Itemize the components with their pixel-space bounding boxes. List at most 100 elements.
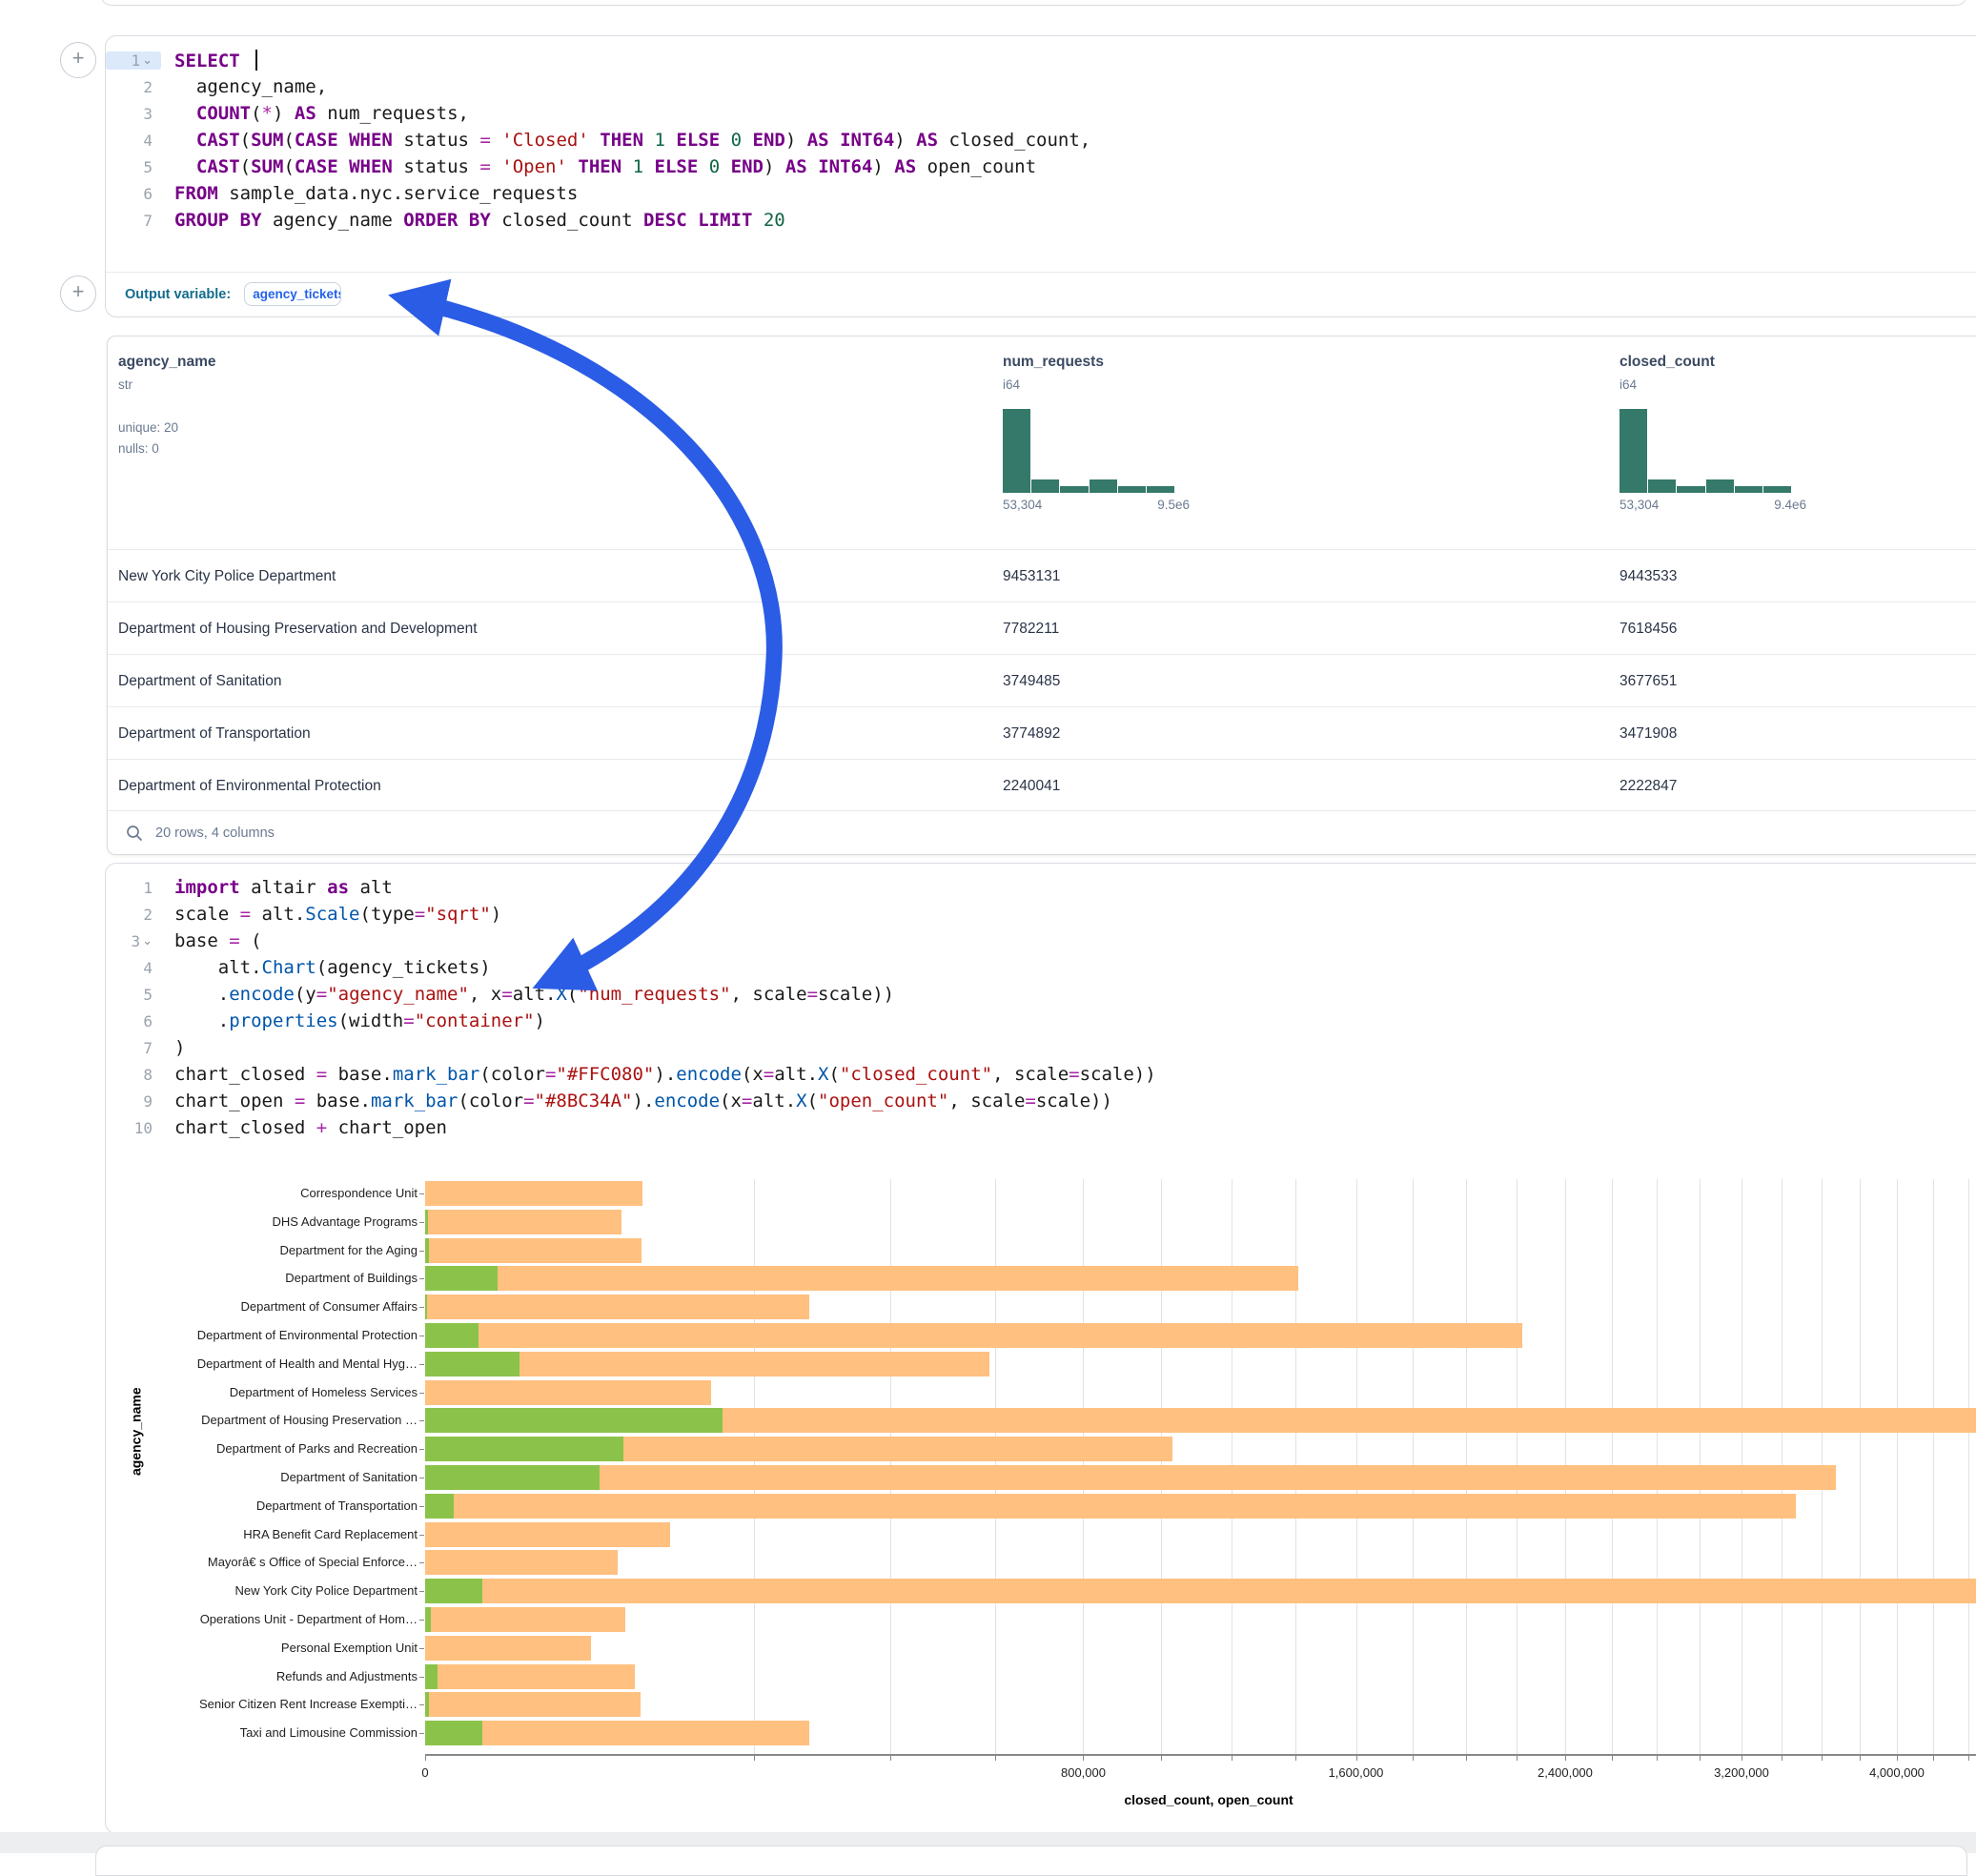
table-cell: Department of Environmental Protection <box>118 778 381 795</box>
code-line: 9chart_open = base.mark_bar(color="#8BC3… <box>106 1088 1976 1114</box>
result-table-panel: agency_namestrunique: 20nulls: 0num_requ… <box>107 336 1976 855</box>
table-cell: 2240041 <box>1003 778 1060 795</box>
line-number-gutter[interactable]: 9 <box>106 1092 161 1111</box>
fold-chevron-icon[interactable]: ⌄ <box>142 936 153 946</box>
line-number-gutter[interactable]: 3⌄ <box>106 932 161 950</box>
line-number-gutter[interactable]: 4 <box>106 959 161 977</box>
table-row-count: 20 rows, 4 columns <box>155 826 275 841</box>
table-cell: 3471908 <box>1620 725 1677 743</box>
column-histogram <box>1620 407 1791 493</box>
column-name: closed_count <box>1620 354 1806 371</box>
table-row[interactable]: Department of Transportation 3774892 34719… <box>108 706 1976 760</box>
code-text: FROM sample_data.nyc.service_requests <box>161 183 578 204</box>
sql-cell: 1⌄SELECT 2 agency_name, 3 COUNT(*) AS num… <box>105 35 1976 317</box>
code-line: 10chart_closed + chart_open <box>106 1114 1976 1141</box>
table-cell: Department of Sanitation <box>118 673 281 690</box>
line-number-gutter[interactable]: 5 <box>106 986 161 1004</box>
code-text: CAST(SUM(CASE WHEN status = 'Closed' THE… <box>161 130 1090 151</box>
histogram-range: 53,3049.4e6 <box>1620 498 1806 512</box>
table-cell: 3677651 <box>1620 673 1677 690</box>
sql-code-editor[interactable]: 1⌄SELECT 2 agency_name, 3 COUNT(*) AS num… <box>106 47 1976 234</box>
table-cell: Department of Transportation <box>118 725 311 743</box>
code-line: 5 .encode(y="agency_name", x=alt.X("num_… <box>106 981 1976 1008</box>
line-number-gutter[interactable]: 2 <box>106 78 161 96</box>
python-code-editor[interactable]: 1import altair as alt2scale = alt.Scale(… <box>106 874 1976 1141</box>
line-number-gutter[interactable]: 7 <box>106 1039 161 1057</box>
table-header: agency_namestrunique: 20nulls: 0num_requ… <box>108 336 1976 549</box>
output-variable-label: Output variable: <box>125 287 231 302</box>
table-row[interactable]: New York City Police Department 9453131 94… <box>108 549 1976 602</box>
code-text: chart_closed + chart_open <box>161 1117 447 1138</box>
code-text: CAST(SUM(CASE WHEN status = 'Open' THEN … <box>161 156 1036 177</box>
output-variable-pill[interactable]: agency_tickets <box>244 282 341 306</box>
code-text: alt.Chart(agency_tickets) <box>161 957 491 978</box>
column-type: i64 <box>1620 377 1806 392</box>
line-number-gutter[interactable]: 3 <box>106 105 161 123</box>
code-text: scale = alt.Scale(type="sqrt") <box>161 904 501 925</box>
code-text: .properties(width="container") <box>161 1010 545 1031</box>
histogram-bar <box>1031 479 1059 493</box>
column-name: agency_name <box>118 354 216 371</box>
line-number-gutter[interactable]: 1 <box>106 879 161 897</box>
code-text: chart_closed = base.mark_bar(color="#FFC… <box>161 1064 1156 1085</box>
histogram-bar <box>1706 479 1734 493</box>
table-row[interactable]: Department of Sanitation37494853677651 <box>108 654 1976 707</box>
line-number-gutter[interactable]: 8 <box>106 1066 161 1084</box>
code-line: 2scale = alt.Scale(type="sqrt") <box>106 901 1976 928</box>
histogram-bar <box>1090 479 1117 493</box>
fold-chevron-icon[interactable]: ⌄ <box>142 55 153 65</box>
next-cell-edge <box>95 1845 1967 1876</box>
line-number-gutter[interactable]: 4 <box>106 132 161 150</box>
code-line: 5 CAST(SUM(CASE WHEN status = 'Open' THE… <box>106 153 1976 180</box>
histogram-bar <box>1003 409 1030 493</box>
notebook-page: + + 1⌄SELECT 2 agency_name,3 COUNT(*) AS… <box>0 0 1976 1853</box>
column-name: num_requests <box>1003 354 1190 371</box>
table-cell: 9453131 <box>1003 568 1060 585</box>
histogram-bar <box>1735 486 1762 493</box>
column-header[interactable]: num_requestsi6453,3049.5e6 <box>1003 354 1190 512</box>
code-line: 8chart_closed = base.mark_bar(color="#FF… <box>106 1061 1976 1088</box>
column-header[interactable]: closed_count i64 53,3049.4e6 <box>1620 354 1806 512</box>
code-line: 4 alt.Chart(agency_tickets) <box>106 954 1976 981</box>
table-row[interactable]: Department of Environmental Protection 22… <box>108 759 1976 812</box>
code-text: import altair as alt <box>161 877 393 898</box>
add-cell-button[interactable]: + <box>60 42 96 78</box>
previous-cell-edge <box>100 0 1967 6</box>
histogram-bar <box>1147 486 1174 493</box>
code-line: 6 .properties(width="container") <box>106 1008 1976 1034</box>
histogram-bar <box>1620 409 1647 493</box>
histogram-bar <box>1648 479 1676 493</box>
histogram-bar <box>1060 486 1088 493</box>
table-row[interactable]: Department of Housing Preservation and D… <box>108 602 1976 655</box>
code-line: 3 COUNT(*) AS num_requests, <box>106 100 1976 127</box>
table-cell: 2222847 <box>1620 778 1677 795</box>
line-number-gutter[interactable]: 7 <box>106 212 161 230</box>
column-stat: unique: 20 <box>118 420 216 435</box>
table-cell: 9443533 <box>1620 568 1677 585</box>
histogram-bar <box>1118 486 1146 493</box>
code-text: GROUP BY agency_name ORDER BY closed_cou… <box>161 210 785 231</box>
column-histogram <box>1003 407 1174 493</box>
search-icon[interactable] <box>125 824 144 843</box>
output-variable-row: Output variable: agency_tickets <box>106 272 1976 316</box>
line-number-gutter[interactable]: 10 <box>106 1119 161 1137</box>
code-text: SELECT <box>161 50 257 71</box>
code-line: 7) <box>106 1034 1976 1061</box>
histogram-bar <box>1677 486 1704 493</box>
code-line: 1import altair as alt <box>106 874 1976 901</box>
code-line: 3⌄base = ( <box>106 928 1976 954</box>
line-number-gutter[interactable]: 5 <box>106 158 161 176</box>
table-cell: 7782211 <box>1003 621 1059 638</box>
table-cell: 3774892 <box>1003 725 1060 743</box>
add-cell-button[interactable]: + <box>60 275 96 312</box>
code-text: agency_name, <box>161 76 327 97</box>
line-number-gutter[interactable]: 1⌄ <box>106 51 161 70</box>
histogram-bar <box>1763 486 1791 493</box>
line-number-gutter[interactable]: 6 <box>106 1012 161 1030</box>
column-type: str <box>118 377 216 392</box>
line-number-gutter[interactable]: 6 <box>106 185 161 203</box>
code-text: .encode(y="agency_name", x=alt.X("num_re… <box>161 984 894 1005</box>
column-header[interactable]: agency_namestrunique: 20nulls: 0 <box>118 354 216 456</box>
line-number-gutter[interactable]: 2 <box>106 906 161 924</box>
table-cell: New York City Police Department <box>118 568 336 585</box>
